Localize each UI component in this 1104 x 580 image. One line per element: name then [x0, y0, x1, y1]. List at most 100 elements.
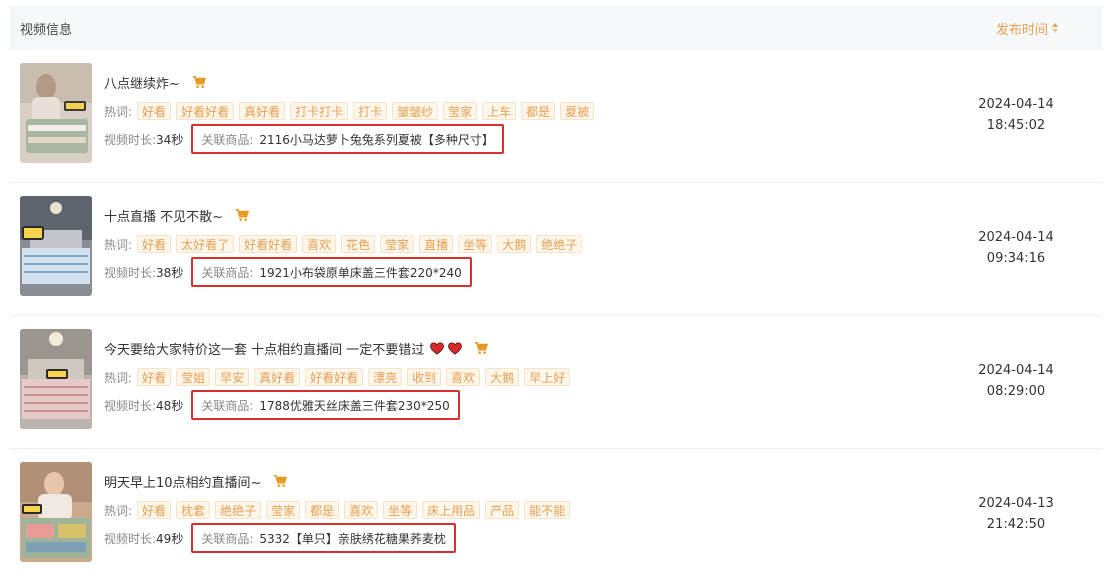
linked-product-highlight: 关联商品: 5332【单只】亲肤绣花糖果荞麦枕 — [191, 523, 456, 553]
hot-word-tag[interactable]: 好看好看 — [305, 368, 364, 386]
hot-words-label: 热词: — [104, 237, 133, 252]
sort-by-publish-time[interactable]: 发布时间 — [996, 19, 1058, 38]
hot-word-tag[interactable]: 都是 — [521, 102, 556, 120]
hot-word-tag[interactable]: 夏被 — [560, 102, 595, 120]
hot-word-tag[interactable]: 好看 — [137, 102, 172, 120]
hot-word-tag[interactable]: 产品 — [485, 501, 520, 519]
publish-date: 2024-04-14 — [978, 97, 1054, 112]
hot-word-tag[interactable]: 早安 — [215, 368, 250, 386]
hot-word-tag[interactable]: 大鹅 — [485, 368, 520, 386]
hot-word-tag[interactable]: 能不能 — [524, 501, 571, 519]
duration-label: 视频时长: — [104, 398, 157, 413]
publish-time: 2024-04-13 21:42:50 — [946, 493, 1086, 535]
video-thumbnail[interactable] — [20, 196, 92, 296]
hot-word-tag[interactable]: 好看 — [137, 235, 172, 253]
linked-product-highlight: 关联商品: 2116小马达萝卜兔兔系列夏被【多种尺寸】 — [191, 124, 504, 154]
duration-value: 34秒 — [156, 132, 184, 147]
hot-word-tag[interactable]: 花色 — [341, 235, 376, 253]
video-thumbnail[interactable] — [20, 462, 92, 562]
hot-word-tag[interactable]: 坐等 — [458, 235, 493, 253]
video-thumbnail[interactable] — [20, 329, 92, 429]
hot-word-tag[interactable]: 打卡 — [353, 102, 388, 120]
video-title[interactable]: 十点直播 不见不散~ — [104, 206, 223, 225]
duration-label: 视频时长: — [104, 265, 157, 280]
linked-product-link[interactable]: 1788优雅天丝床盖三件套230*250 — [259, 397, 449, 414]
publish-clock: 09:34:16 — [986, 251, 1046, 266]
hot-words-label: 热词: — [104, 104, 133, 119]
video-row: 八点继续炸~ 热词: 好看 好看好看 真好看 打卡打卡 打卡 皱皱纱 莹家 上车… — [10, 50, 1102, 183]
hot-word-tag[interactable]: 床上用品 — [422, 501, 481, 519]
hot-word-tag[interactable]: 好看好看 — [239, 235, 298, 253]
hot-word-tag[interactable]: 莹家 — [443, 102, 478, 120]
linked-product-link[interactable]: 2116小马达萝卜兔兔系列夏被【多种尺寸】 — [259, 131, 494, 148]
hot-word-tag[interactable]: 漂亮 — [368, 368, 403, 386]
publish-date: 2024-04-14 — [978, 363, 1054, 378]
video-title[interactable]: 今天要给大家特价这一套 十点相约直播间 一定不要错过 — [104, 339, 424, 358]
hot-word-tag[interactable]: 好看 — [137, 501, 172, 519]
cart-icon[interactable] — [273, 474, 288, 488]
product-label: 关联商品: — [201, 132, 254, 147]
duration-value: 48秒 — [156, 398, 184, 413]
hot-word-tag[interactable]: 莹姐 — [176, 368, 211, 386]
hot-word-tag[interactable]: 好看 — [137, 368, 172, 386]
hot-word-tag[interactable]: 大鹅 — [497, 235, 532, 253]
hot-word-tag[interactable]: 好看好看 — [176, 102, 235, 120]
sort-label: 发布时间 — [995, 22, 1048, 38]
hot-word-tag[interactable]: 坐等 — [383, 501, 418, 519]
hot-word-tag[interactable]: 绝绝子 — [215, 501, 262, 519]
linked-product-highlight: 关联商品: 1921小布袋原单床盖三件套220*240 — [191, 257, 472, 287]
hot-words-label: 热词: — [104, 370, 133, 385]
hot-word-tag[interactable]: 太好看了 — [176, 235, 235, 253]
product-label: 关联商品: — [201, 265, 254, 280]
header-title: 视频信息 — [20, 22, 73, 38]
duration-label: 视频时长: — [104, 132, 157, 147]
hot-word-tag[interactable]: 都是 — [305, 501, 340, 519]
hot-word-tag[interactable]: 真好看 — [239, 102, 286, 120]
cart-icon[interactable] — [235, 208, 250, 222]
hot-words: 热词: 好看 莹姐 早安 真好看 好看好看 漂亮 收到 喜欢 大鹅 早上好 — [104, 368, 924, 386]
video-title[interactable]: 八点继续炸~ — [104, 73, 180, 92]
hot-word-tag[interactable]: 早上好 — [524, 368, 571, 386]
hot-word-tag[interactable]: 喜欢 — [302, 235, 337, 253]
video-row: 十点直播 不见不散~ 热词: 好看 太好看了 好看好看 喜欢 花色 莹家 直播 … — [10, 183, 1102, 316]
hot-word-tag[interactable]: 打卡打卡 — [290, 102, 349, 120]
publish-clock: 21:42:50 — [986, 517, 1046, 532]
publish-clock: 18:45:02 — [986, 118, 1046, 133]
hot-word-tag[interactable]: 喜欢 — [446, 368, 481, 386]
hot-words: 热词: 好看 太好看了 好看好看 喜欢 花色 莹家 直播 坐等 大鹅 绝绝子 — [104, 235, 924, 253]
video-row: 今天要给大家特价这一套 十点相约直播间 一定不要错过 热词: 好看 莹姐 早安 … — [10, 316, 1102, 449]
hot-words-label: 热词: — [104, 503, 133, 518]
hot-word-tag[interactable]: 绝绝子 — [536, 235, 583, 253]
hot-words: 热词: 好看 枕套 绝绝子 莹家 都是 喜欢 坐等 床上用品 产品 能不能 — [104, 501, 924, 519]
hot-word-tag[interactable]: 枕套 — [176, 501, 211, 519]
table-header: 视频信息 发布时间 — [10, 6, 1102, 50]
publish-date: 2024-04-13 — [978, 496, 1054, 511]
product-label: 关联商品: — [201, 398, 254, 413]
heart-icon — [448, 341, 463, 355]
hot-word-tag[interactable]: 喜欢 — [344, 501, 379, 519]
video-row: 明天早上10点相约直播间~ 热词: 好看 枕套 绝绝子 莹家 都是 喜欢 坐等 … — [10, 449, 1102, 580]
hot-word-tag[interactable]: 上车 — [482, 102, 517, 120]
hot-word-tag[interactable]: 收到 — [407, 368, 442, 386]
video-title[interactable]: 明天早上10点相约直播间~ — [104, 472, 261, 491]
duration-value: 49秒 — [156, 531, 184, 546]
hot-word-tag[interactable]: 直播 — [419, 235, 454, 253]
duration-label: 视频时长: — [104, 531, 157, 546]
publish-date: 2024-04-14 — [978, 230, 1054, 245]
publish-time: 2024-04-14 08:29:00 — [946, 360, 1086, 402]
linked-product-highlight: 关联商品: 1788优雅天丝床盖三件套230*250 — [191, 390, 460, 420]
product-label: 关联商品: — [201, 531, 254, 546]
hot-word-tag[interactable]: 皱皱纱 — [392, 102, 439, 120]
publish-time: 2024-04-14 18:45:02 — [946, 94, 1086, 136]
hot-word-tag[interactable]: 莹家 — [266, 501, 301, 519]
hot-word-tag[interactable]: 真好看 — [254, 368, 301, 386]
linked-product-link[interactable]: 5332【单只】亲肤绣花糖果荞麦枕 — [259, 530, 446, 547]
hot-word-tag[interactable]: 莹家 — [380, 235, 415, 253]
sort-arrows-icon — [1052, 23, 1058, 33]
cart-icon[interactable] — [192, 75, 206, 89]
heart-icon — [430, 341, 445, 355]
publish-clock: 08:29:00 — [986, 384, 1046, 399]
cart-icon[interactable] — [474, 341, 489, 355]
video-thumbnail[interactable] — [20, 63, 92, 163]
linked-product-link[interactable]: 1921小布袋原单床盖三件套220*240 — [259, 264, 461, 281]
